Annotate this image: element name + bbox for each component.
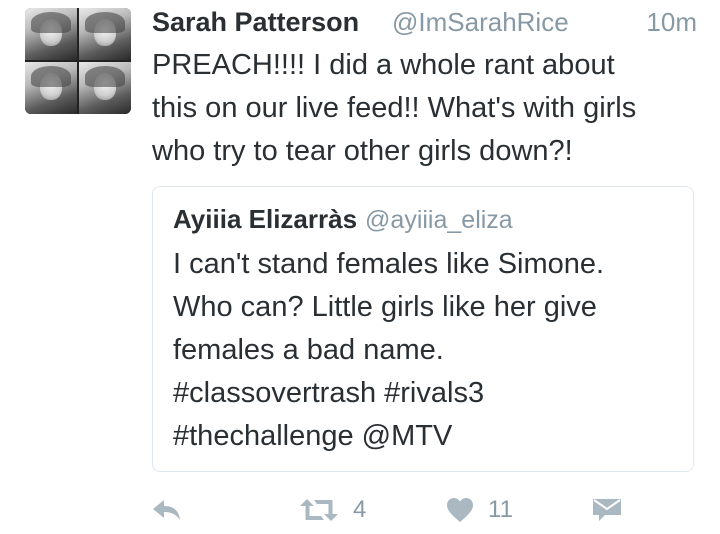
tweet-text: PREACH!!!! I did a whole rant about this… <box>152 44 697 173</box>
quoted-author-handle: @ayiiia_eliza <box>365 206 513 234</box>
like-count: 11 <box>488 496 513 523</box>
avatar-photo <box>25 62 77 114</box>
reply-icon <box>153 500 180 520</box>
quoted-tweet-text: I can't stand females like Simone. Who c… <box>173 243 673 458</box>
heart-icon <box>447 498 473 522</box>
direct-message-button[interactable] <box>592 492 622 528</box>
like-button[interactable]: 11 <box>446 492 513 528</box>
quoted-text-line: #classovertrash #rivals3 <box>173 377 485 409</box>
retweet-icon <box>300 499 338 521</box>
quoted-author-name: Ayiiia Elizarràs <box>173 204 358 234</box>
author-name[interactable]: Sarah Patterson <box>152 4 359 40</box>
avatar-photo <box>25 8 77 60</box>
avatar-photo <box>79 62 131 114</box>
tweet-text-line: PREACH!!!! I did a whole rant about <box>152 49 615 81</box>
retweet-count: 4 <box>353 496 367 523</box>
avatar-photo <box>79 8 131 60</box>
tweet-actions: 4 11 <box>152 492 622 528</box>
tweet-text-line: this on our live feed!! What's with girl… <box>152 92 637 124</box>
quoted-text-line: Who can? Little girls like her give <box>173 291 597 323</box>
quoted-text-line: I can't stand females like Simone. <box>173 248 605 280</box>
direct-message-icon <box>593 499 621 521</box>
tweet-text-line: who try to tear other girls down?! <box>152 135 573 167</box>
tweet-timestamp[interactable]: 10m <box>646 4 697 40</box>
tweet-header: Sarah Patterson @ImSarahRice 10m <box>152 4 697 44</box>
reply-button[interactable] <box>152 492 182 528</box>
retweet-button[interactable]: 4 <box>299 492 366 528</box>
author-handle[interactable]: @ImSarahRice <box>392 4 569 40</box>
quoted-tweet-header: Ayiiia Elizarràs @ayiiia_eliza <box>173 201 513 237</box>
quoted-text-line: #thechallenge @MTV <box>173 420 453 452</box>
quoted-text-line: females a bad name. <box>173 334 444 366</box>
author-avatar[interactable] <box>25 8 131 114</box>
tweet[interactable]: Sarah Patterson @ImSarahRice 10m PREACH!… <box>0 0 720 534</box>
quoted-tweet[interactable]: Ayiiia Elizarràs @ayiiia_eliza I can't st… <box>152 186 694 472</box>
